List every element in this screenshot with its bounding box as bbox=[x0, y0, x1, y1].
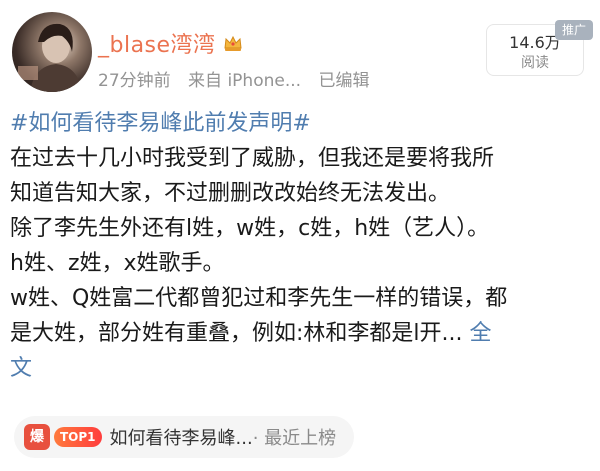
topic-line: #如何看待李易峰此前发声明# bbox=[10, 106, 592, 141]
edited-label[interactable]: 已编辑 bbox=[318, 71, 369, 91]
body-line: h姓、z姓，x姓歌手。 bbox=[10, 251, 225, 276]
expand-full-text-link[interactable]: 全 bbox=[470, 321, 492, 346]
body-line: 在过去十几小时我受到了威胁，但我还是要将我所 bbox=[10, 146, 495, 171]
post-meta: 27分钟前 来自 iPhone... 已编辑 bbox=[98, 66, 381, 91]
username-row: _blase湾湾 bbox=[98, 28, 244, 58]
post-header: _blase湾湾 27分钟前 来自 iPhone... 已编辑 14.6万 阅读… bbox=[0, 0, 600, 100]
post-source[interactable]: 来自 iPhone... bbox=[188, 71, 301, 91]
crown-icon bbox=[222, 32, 244, 54]
fire-icon: 爆 bbox=[24, 424, 50, 450]
hot-topic-bar[interactable]: 爆 TOP1 如何看待李易峰... · 最近上榜 bbox=[14, 416, 354, 458]
hot-topic-title: 如何看待李易峰... bbox=[109, 428, 253, 449]
read-count-label: 阅读 bbox=[521, 55, 549, 71]
body-line: 知道告知大家，不过删删改改始终无法发出。 bbox=[10, 181, 451, 206]
post-body: #如何看待李易峰此前发声明# 在过去十几小时我受到了威胁，但我还是要将我所 知道… bbox=[10, 106, 592, 386]
body-line: w姓、Q姓富二代都曾犯过和李先生一样的错误，都 bbox=[10, 286, 508, 311]
username-link[interactable]: _blase湾湾 bbox=[98, 27, 216, 59]
topic-hashtag-link[interactable]: #如何看待李易峰此前发声明# bbox=[10, 111, 311, 136]
post-time: 27分钟前 bbox=[98, 71, 171, 91]
body-line-with-expand: 是大姓，部分姓有重叠，例如:林和李都是l开... 全 bbox=[10, 316, 592, 351]
body-line: 是大姓，部分姓有重叠，例如:林和李都是l开... bbox=[10, 321, 463, 346]
body-line: 除了李先生外还有l姓，w姓，c姓，h姓（艺人）。 bbox=[10, 216, 490, 241]
rank-badge: TOP1 bbox=[54, 427, 102, 447]
hot-topic-suffix: · 最近上榜 bbox=[252, 428, 337, 449]
expand-continuation: 文 bbox=[10, 351, 592, 386]
avatar-image bbox=[18, 23, 82, 92]
avatar[interactable] bbox=[12, 12, 92, 92]
expand-full-text-link-cont[interactable]: 文 bbox=[10, 356, 32, 381]
promo-badge[interactable]: 推广 bbox=[555, 20, 593, 40]
